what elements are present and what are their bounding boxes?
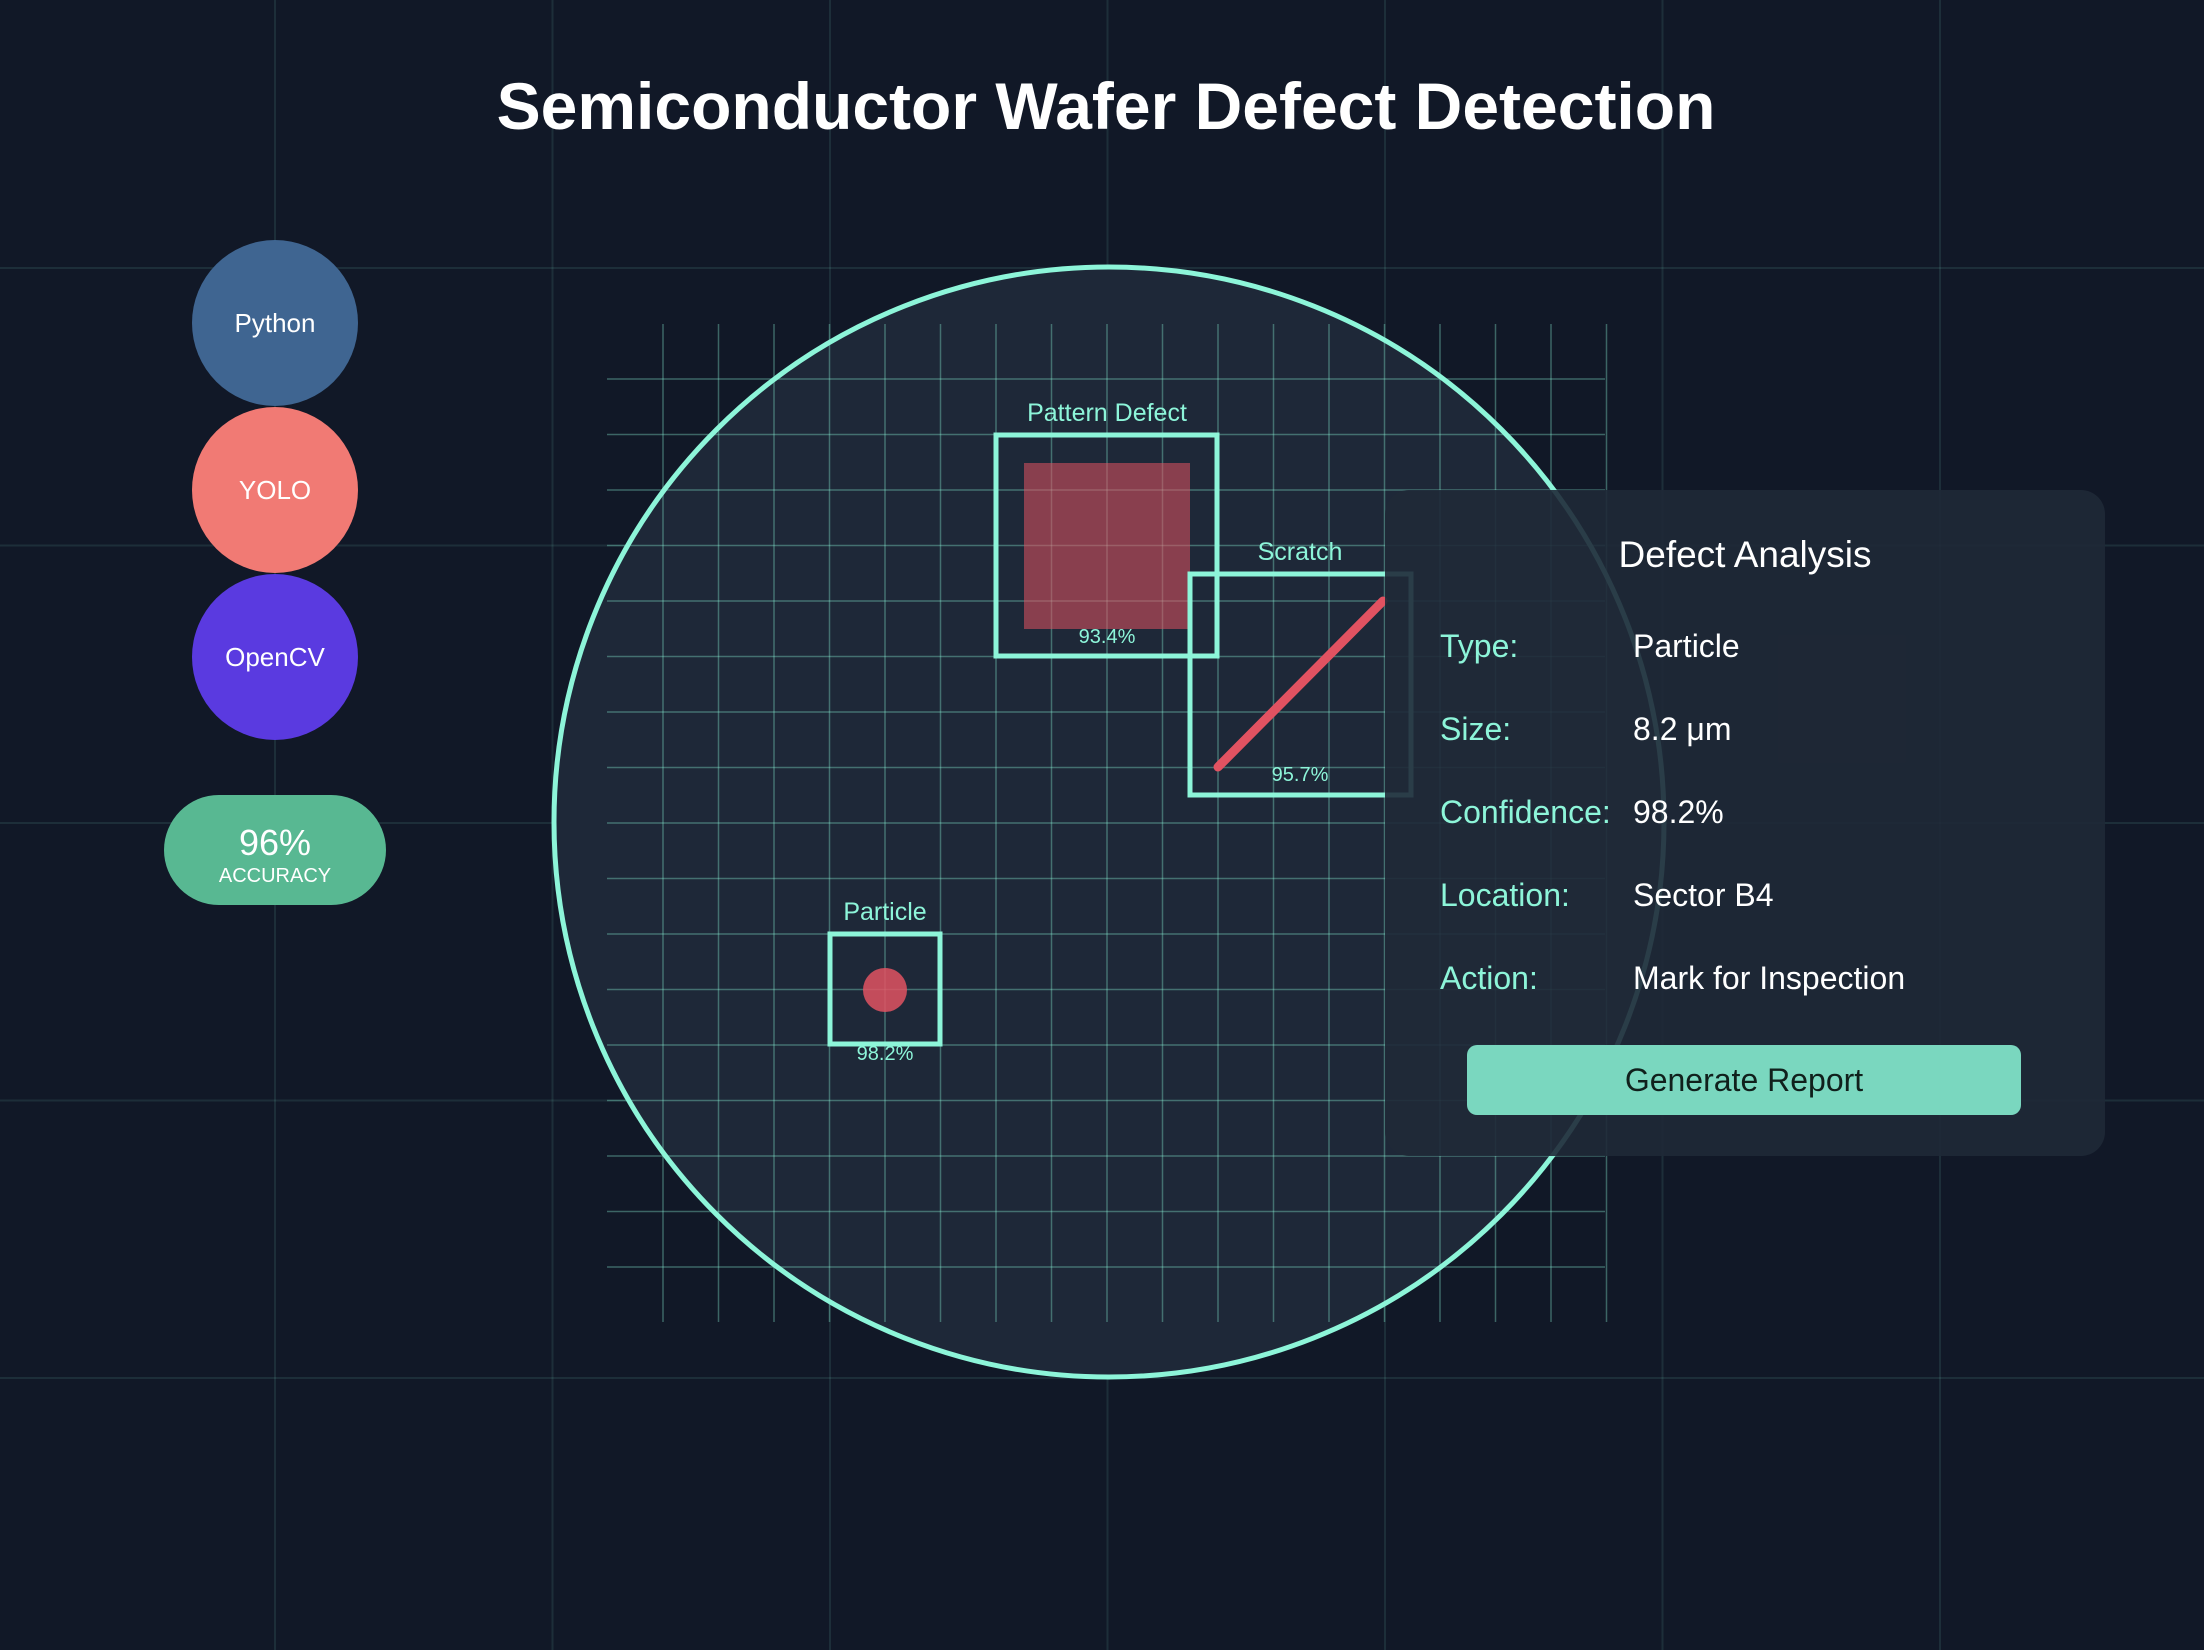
pattern-defect-area: [1024, 463, 1190, 629]
panel-title: Defect Analysis: [1618, 534, 1872, 575]
scratch-confidence: 95.7%: [1272, 764, 1329, 786]
particle-label: Particle: [843, 898, 926, 926]
app-canvas: Semiconductor Wafer Defect Detection Pyt…: [0, 0, 2204, 1650]
defect-analysis-panel: Defect Analysis Type: Particle Size: 8.2…: [1385, 490, 2105, 1156]
info-key: Location:: [1440, 877, 1570, 913]
info-key: Confidence:: [1440, 794, 1611, 830]
info-value: Sector B4: [1633, 877, 1774, 913]
generate-report-button[interactable]: Generate Report: [1467, 1045, 2021, 1115]
info-value: 98.2%: [1633, 794, 1724, 830]
pattern-defect-confidence: 93.4%: [1079, 626, 1136, 648]
info-key: Action:: [1440, 960, 1538, 996]
info-value: Particle: [1633, 628, 1740, 664]
scratch-label: Scratch: [1258, 538, 1343, 566]
info-value: Mark for Inspection: [1633, 960, 1906, 996]
particle-dot: [863, 968, 907, 1012]
pattern-defect-label: Pattern Defect: [1027, 399, 1187, 427]
info-key: Type:: [1440, 628, 1519, 664]
particle-confidence: 98.2%: [857, 1043, 914, 1065]
info-key: Size:: [1440, 711, 1512, 747]
info-value: 8.2 μm: [1633, 711, 1732, 747]
